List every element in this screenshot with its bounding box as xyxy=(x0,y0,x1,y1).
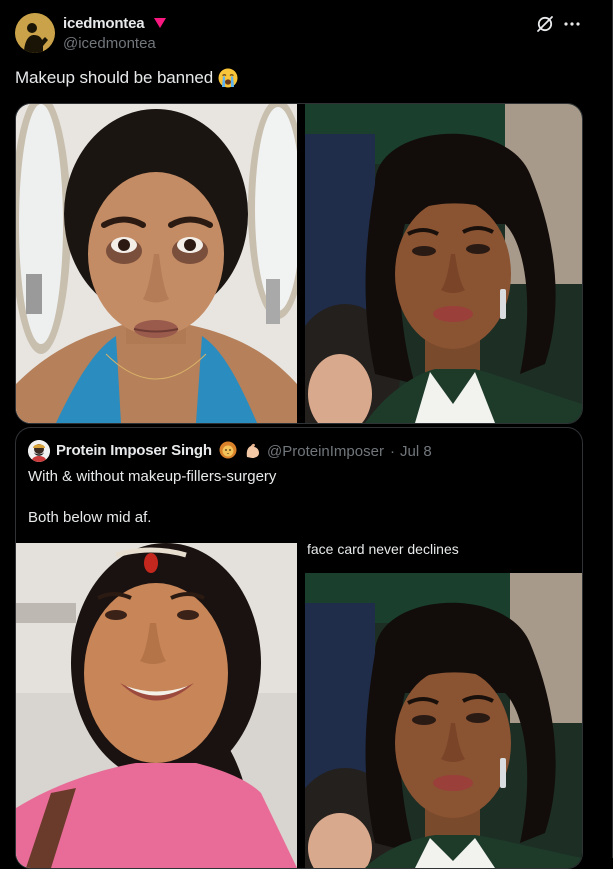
photo-caption: face card never declines xyxy=(307,543,463,559)
photo-with-makeup[interactable] xyxy=(305,104,582,423)
lion-face-icon xyxy=(219,441,237,459)
quoted-author-avatar[interactable] xyxy=(28,440,50,462)
flexed-biceps-icon xyxy=(244,441,262,459)
quoted-display-name[interactable]: Protein Imposer Singh xyxy=(56,442,212,459)
quoted-photo-smiling[interactable] xyxy=(16,543,297,868)
tweet-body: Makeup should be banned xyxy=(15,68,214,87)
more-options-icon[interactable] xyxy=(562,14,582,34)
tweet-media-grid xyxy=(15,103,583,424)
grok-icon[interactable] xyxy=(536,15,554,33)
author-avatar[interactable] xyxy=(15,13,55,53)
quoted-handle[interactable]: @ProteinImposer xyxy=(267,443,384,460)
photo-without-makeup[interactable] xyxy=(16,104,297,423)
author-display-name[interactable]: icedmontea xyxy=(63,15,145,32)
quoted-photo-makeup[interactable]: face card never declines xyxy=(305,543,582,868)
tweet-view: icedmontea @icedmontea Makeup should be … xyxy=(0,0,613,869)
avatar-silhouette-icon xyxy=(15,13,55,53)
quoted-tweet[interactable]: Protein Imposer Singh @ProteinImposer · … xyxy=(15,427,583,869)
quoted-date[interactable]: Jul 8 xyxy=(400,443,432,460)
loudly-crying-face-icon xyxy=(218,68,238,88)
separator-dot: · xyxy=(390,443,395,460)
quoted-text-line-2: Both below mid af. xyxy=(28,509,152,526)
author-handle[interactable]: @icedmontea xyxy=(63,35,156,52)
pink-heart-triangle-icon xyxy=(154,18,166,28)
tweet-text: Makeup should be banned xyxy=(15,68,238,88)
quoted-text-line-1: With & without makeup-fillers-surgery xyxy=(28,468,277,485)
